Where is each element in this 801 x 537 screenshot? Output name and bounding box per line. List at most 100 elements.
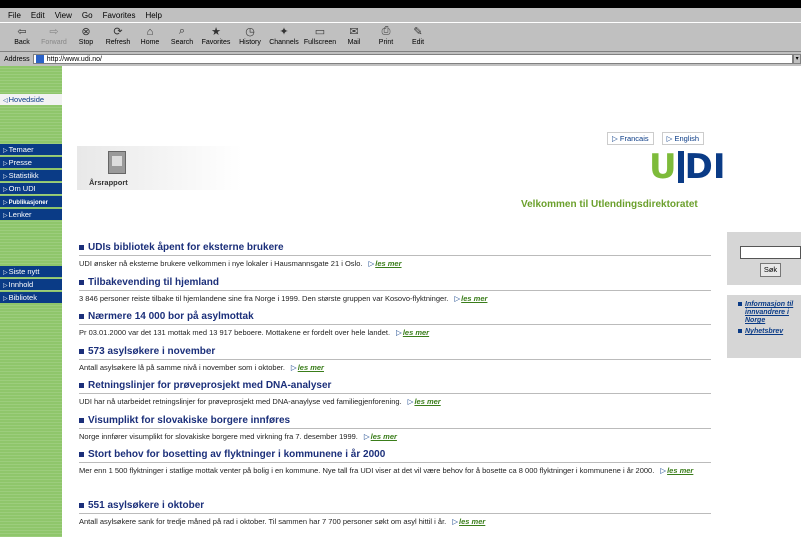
menu-favorites[interactable]: Favorites — [103, 11, 136, 20]
toolbar-fullscreen-button[interactable]: ▭ Fullscreen — [302, 23, 338, 46]
nav-item-statistikk[interactable]: ▷Statistikk — [0, 170, 62, 181]
menu-file[interactable]: File — [8, 11, 21, 20]
udi-logo: U DI — [649, 147, 726, 187]
read-more-link[interactable]: ▷les mer — [452, 517, 485, 526]
news-headline[interactable]: Visumplikt for slovakiske borgere innfør… — [79, 415, 711, 426]
news-summary: 3 846 personer reiste tilbake til hjemla… — [79, 294, 488, 303]
news-item: Visumplikt for slovakiske borgere innfør… — [79, 415, 711, 442]
bullet-icon — [79, 383, 84, 388]
toolbar-edit-button[interactable]: ✎ Edit — [402, 23, 434, 46]
nav-item-presse[interactable]: ▷Presse — [0, 157, 62, 168]
toolbar-search-button[interactable]: ⌕ Search — [166, 23, 198, 46]
nav-arrow-icon: ▷ — [3, 161, 8, 167]
news-item: 551 asylsøkere i oktober Antall asylsøker… — [79, 500, 711, 527]
nav-item-innhold[interactable]: ▷Innhold — [0, 279, 62, 290]
nav-item-hovedside[interactable]: ◁Hovedside — [0, 94, 62, 105]
address-input[interactable]: http://www.udi.no/ — [32, 54, 794, 64]
report-cover-icon — [108, 151, 126, 174]
address-dropdown-icon[interactable]: ▾ — [793, 54, 801, 64]
news-summary: Pr 03.01.2000 var det 131 mottak med 13 … — [79, 328, 430, 337]
address-label: Address — [4, 55, 30, 63]
back-arrow-icon: ⇦ — [17, 26, 27, 38]
browser-window: File Edit View Go Favorites Help ⇦ Back ⇨ F… — [0, 0, 801, 537]
toolbar-label: Edit — [411, 39, 425, 46]
news-headline[interactable]: 573 asylsøkere i november — [79, 346, 711, 357]
news-headline[interactable]: UDIs bibliotek åpent for eksterne bruker… — [79, 242, 711, 253]
news-headline[interactable]: Nærmere 14 000 bor på asylmottak — [79, 311, 711, 322]
toolbar-history-button[interactable]: ◷ History — [234, 23, 266, 46]
read-more-link[interactable]: ▷les mer — [368, 259, 401, 268]
left-navigation: ◁Hovedside ▷Temaer ▷Presse ▷Statistikk ▷Om … — [0, 66, 62, 537]
search-button[interactable]: Søk — [760, 263, 781, 277]
language-selector: ▷ Francais ▷ English — [607, 132, 705, 145]
lang-english-link[interactable]: ▷ English — [661, 132, 705, 145]
news-headline[interactable]: Stort behov for bosetting av flyktninger… — [79, 449, 711, 460]
divider — [79, 393, 711, 394]
web-page: ◁Hovedside ▷Temaer ▷Presse ▷Statistikk ▷Om … — [0, 66, 801, 537]
annual-report-link[interactable]: Årsrapport — [77, 146, 242, 190]
page-icon — [35, 55, 44, 63]
toolbar-label: History — [239, 39, 261, 46]
news-headline[interactable]: Tilbakevending til hjemland — [79, 277, 711, 288]
news-summary: Norge innfører visumplikt for slovakiske… — [79, 432, 397, 441]
news-summary: UDI ønsker nå eksterne brukere velkommen… — [79, 259, 402, 268]
read-more-link[interactable]: ▷les mer — [454, 294, 487, 303]
news-item: Retningslinjer for prøveprosjekt med DNA… — [79, 380, 711, 407]
nav-item-publikasjoner[interactable]: ▷Publikasjoner — [0, 196, 62, 207]
channels-icon: ✦ — [279, 26, 289, 38]
nav-arrow-icon: ▷ — [3, 148, 8, 154]
bullet-icon — [79, 280, 84, 285]
screen-top-edge — [0, 0, 801, 8]
menu-view[interactable]: View — [55, 11, 72, 20]
arrow-icon: ▷ — [363, 432, 370, 441]
nav-item-bibliotek[interactable]: ▷Bibliotek — [0, 292, 62, 303]
toolbar-home-button[interactable]: ⌂ Home — [134, 23, 166, 47]
search-input[interactable] — [740, 246, 801, 259]
news-headline[interactable]: 551 asylsøkere i oktober — [79, 500, 711, 511]
toolbar-forward-button[interactable]: ⇨ Forward — [38, 23, 70, 46]
news-summary: Antall asylsøkere sank for tredje måned … — [79, 517, 486, 526]
read-more-link[interactable]: ▷les mer — [396, 328, 429, 337]
read-more-link[interactable]: ▷les mer — [660, 466, 693, 475]
nav-item-om-udi[interactable]: ▷Om UDI — [0, 183, 62, 194]
toolbar-label: Mail — [347, 39, 361, 46]
toolbar-label: Back — [14, 39, 30, 46]
nav-item-temaer[interactable]: ▷Temaer — [0, 144, 62, 155]
mail-icon: ✉ — [349, 26, 359, 38]
toolbar-label: Channels — [269, 39, 299, 46]
toolbar-channels-button[interactable]: ✦ Channels — [266, 23, 302, 46]
toolbar-mail-button[interactable]: ✉ Mail — [338, 23, 370, 46]
news-headline[interactable]: Retningslinjer for prøveprosjekt med DNA… — [79, 380, 711, 391]
arrow-icon: ▷ — [368, 259, 375, 268]
nav-arrow-icon: ▷ — [3, 283, 8, 289]
read-more-link[interactable]: ▷les mer — [364, 432, 397, 441]
toolbar-stop-button[interactable]: ⊗ Stop — [70, 23, 102, 46]
nav-item-siste-nytt[interactable]: ▷Siste nytt — [0, 266, 62, 277]
bullet-icon — [79, 349, 84, 354]
nav-arrow-icon: ▷ — [3, 187, 8, 193]
menu-bar: File Edit View Go Favorites Help — [0, 8, 801, 22]
toolbar-print-button[interactable]: ⎙ Print — [370, 23, 402, 46]
nav-item-lenker[interactable]: ▷Lenker — [0, 209, 62, 220]
address-bar: Address http://www.udi.no/ ▾ — [0, 53, 801, 65]
welcome-heading: Velkommen til Utlendingsdirektoratet — [521, 199, 698, 210]
toolbar-refresh-button[interactable]: ⟳ Refresh — [102, 23, 134, 46]
home-icon: ⌂ — [146, 25, 154, 38]
toolbar-favorites-button[interactable]: ★ Favorites — [198, 23, 234, 46]
arrow-icon: ▷ — [290, 363, 297, 372]
lang-french-link[interactable]: ▷ Francais — [607, 132, 654, 145]
arrow-icon: ▷ — [452, 517, 459, 526]
nav-arrow-icon: ▷ — [3, 296, 8, 302]
edit-icon: ✎ — [413, 26, 423, 38]
newsletter-link[interactable]: Nyhetsbrev — [738, 328, 799, 336]
nav-arrow-icon: ▷ — [3, 270, 8, 276]
right-panel: Søk Informasjon til innvandrere i Norge … — [727, 66, 801, 537]
menu-go[interactable]: Go — [82, 11, 93, 20]
read-more-link[interactable]: ▷les mer — [408, 397, 441, 406]
menu-help[interactable]: Help — [145, 11, 161, 20]
info-immigrants-link[interactable]: Informasjon til innvandrere i Norge — [738, 301, 799, 325]
menu-edit[interactable]: Edit — [31, 11, 45, 20]
toolbar-back-button[interactable]: ⇦ Back — [6, 23, 38, 46]
fullscreen-icon: ▭ — [314, 26, 326, 38]
read-more-link[interactable]: ▷les mer — [291, 363, 324, 372]
